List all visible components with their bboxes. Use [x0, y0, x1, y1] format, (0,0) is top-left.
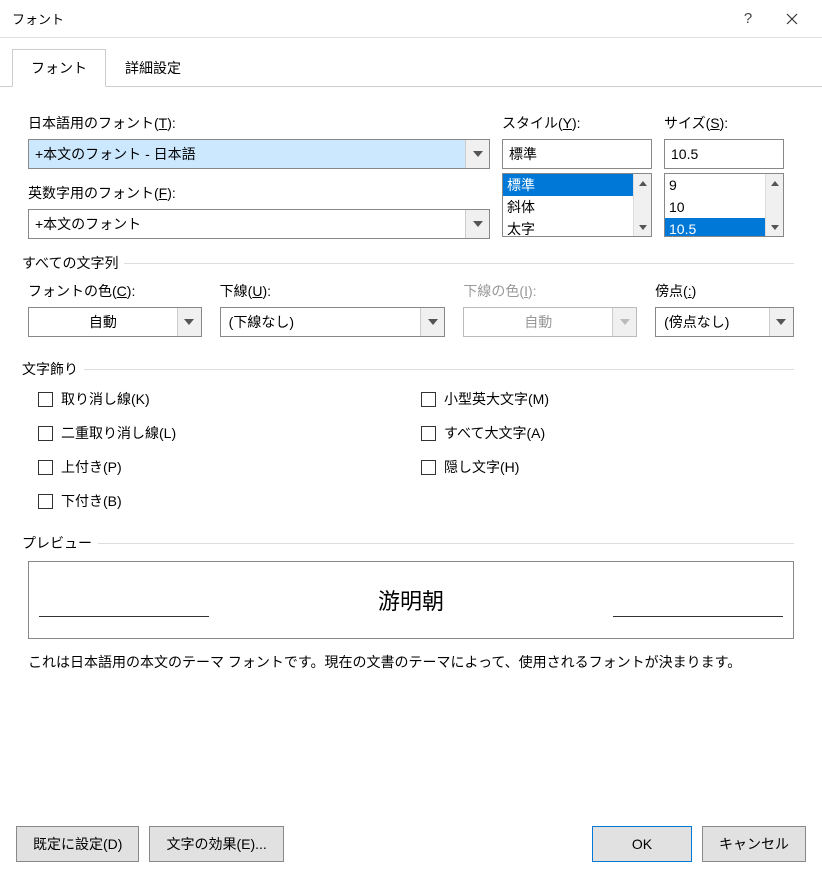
list-item[interactable]: 10	[665, 196, 765, 218]
list-item[interactable]: 9	[665, 174, 765, 196]
underline-color-dropdown: 自動	[463, 307, 637, 337]
checkbox-all-caps[interactable]: すべて大文字(A)	[421, 423, 794, 443]
size-label: サイズ(S):	[664, 113, 784, 133]
emphasis-label: 傍点(:)	[655, 281, 794, 301]
size-listbox[interactable]: 9 10 10.5	[664, 173, 784, 237]
latin-font-label: 英数字用のフォント(F):	[28, 183, 490, 203]
set-default-button[interactable]: 既定に設定(D)	[16, 826, 139, 862]
group-all-text: すべての文字列	[22, 253, 794, 273]
dialog-title: フォント	[12, 9, 726, 28]
preview-rule	[613, 616, 783, 617]
style-scrollbar[interactable]	[633, 174, 651, 236]
jp-font-label: 日本語用のフォント(T):	[28, 113, 490, 133]
tab-font[interactable]: フォント	[12, 49, 106, 87]
latin-font-dropdown-button[interactable]	[465, 210, 489, 238]
size-input-wrap[interactable]	[664, 139, 784, 169]
tab-strip: フォント 詳細設定	[0, 48, 822, 87]
checkbox-icon	[38, 460, 53, 475]
cancel-button[interactable]: キャンセル	[702, 826, 806, 862]
style-input-wrap[interactable]	[502, 139, 652, 169]
latin-font-input[interactable]	[29, 210, 465, 238]
group-effects: 文字飾り	[22, 359, 794, 379]
list-item[interactable]: 10.5	[665, 218, 765, 236]
help-button[interactable]: ?	[726, 4, 770, 34]
chevron-down-icon[interactable]	[420, 308, 444, 336]
list-item[interactable]: 斜体	[503, 196, 633, 218]
jp-font-combo[interactable]	[28, 139, 490, 169]
scroll-up-icon[interactable]	[634, 174, 651, 192]
titlebar: フォント ?	[0, 0, 822, 38]
underline-dropdown[interactable]: (下線なし)	[220, 307, 446, 337]
tab-advanced[interactable]: 詳細設定	[106, 49, 200, 87]
emphasis-dropdown[interactable]: (傍点なし)	[655, 307, 794, 337]
text-effects-button[interactable]: 文字の効果(E)...	[149, 826, 283, 862]
checkbox-double-strikethrough[interactable]: 二重取り消し線(L)	[38, 423, 411, 443]
list-item[interactable]: 太字	[503, 218, 633, 236]
preview-rule	[39, 616, 209, 617]
chevron-down-icon	[612, 308, 636, 336]
ok-button[interactable]: OK	[592, 826, 692, 862]
jp-font-dropdown-button[interactable]	[465, 140, 489, 168]
size-input[interactable]	[665, 140, 822, 168]
preview-box: 游明朝	[28, 561, 794, 639]
checkbox-icon	[421, 460, 436, 475]
checkbox-icon	[38, 392, 53, 407]
group-preview: プレビュー	[22, 533, 794, 553]
checkbox-small-caps[interactable]: 小型英大文字(M)	[421, 389, 794, 409]
font-color-label: フォントの色(C):	[28, 281, 202, 301]
font-color-dropdown[interactable]: 自動	[28, 307, 202, 337]
checkbox-icon	[38, 426, 53, 441]
dialog-content: 日本語用のフォント(T): 英数字用のフォント(F): スタイル(Y): 標準 …	[0, 87, 822, 687]
scroll-down-icon[interactable]	[634, 218, 651, 236]
checkbox-strikethrough[interactable]: 取り消し線(K)	[38, 389, 411, 409]
dialog-footer: 既定に設定(D) 文字の効果(E)... OK キャンセル	[0, 814, 822, 878]
checkbox-icon	[38, 494, 53, 509]
close-button[interactable]	[770, 4, 814, 34]
checkbox-hidden[interactable]: 隠し文字(H)	[421, 457, 794, 477]
chevron-down-icon[interactable]	[177, 308, 201, 336]
checkbox-icon	[421, 426, 436, 441]
scroll-down-icon[interactable]	[766, 218, 783, 236]
checkbox-subscript[interactable]: 下付き(B)	[38, 491, 411, 511]
list-item[interactable]: 標準	[503, 174, 633, 196]
chevron-down-icon[interactable]	[769, 308, 793, 336]
latin-font-combo[interactable]	[28, 209, 490, 239]
preview-text: 游明朝	[378, 584, 444, 616]
underline-color-label: 下線の色(I):	[463, 281, 637, 301]
style-label: スタイル(Y):	[502, 113, 652, 133]
checkbox-superscript[interactable]: 上付き(P)	[38, 457, 411, 477]
underline-label: 下線(U):	[220, 281, 446, 301]
preview-description: これは日本語用の本文のテーマ フォントです。現在の文書のテーマによって、使用され…	[28, 651, 794, 673]
size-scrollbar[interactable]	[765, 174, 783, 236]
style-listbox[interactable]: 標準 斜体 太字	[502, 173, 652, 237]
checkbox-icon	[421, 392, 436, 407]
scroll-up-icon[interactable]	[766, 174, 783, 192]
jp-font-input[interactable]	[29, 140, 465, 168]
